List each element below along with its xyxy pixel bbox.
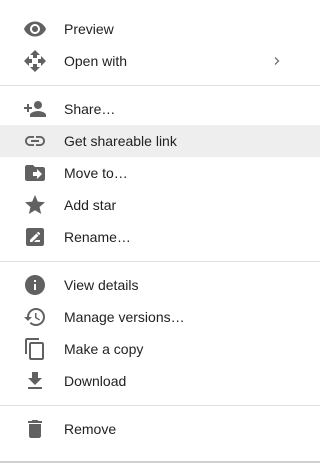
link-icon (23, 129, 47, 153)
person-add-icon (23, 97, 47, 121)
open-with-icon (23, 49, 47, 73)
menu-item-label: Rename… (64, 229, 131, 245)
menu-item-add-star[interactable]: Add star (0, 189, 320, 221)
chevron-right-icon (272, 53, 282, 69)
download-icon (23, 369, 47, 393)
menu-item-label: Preview (64, 21, 114, 37)
history-icon (23, 305, 47, 329)
menu-divider (0, 405, 320, 406)
menu-item-label: Manage versions… (64, 309, 185, 325)
menu-item-label: Share… (64, 101, 116, 117)
menu-item-make-a-copy[interactable]: Make a copy (0, 333, 320, 365)
info-icon (23, 273, 47, 297)
menu-divider (0, 261, 320, 262)
star-icon (23, 193, 47, 217)
menu-item-label: Make a copy (64, 341, 144, 357)
rename-icon (23, 225, 47, 249)
menu-item-remove[interactable]: Remove (0, 413, 320, 445)
menu-item-label: Download (64, 373, 127, 389)
context-menu: Preview Open with Share… Get shareable l… (0, 0, 320, 463)
menu-item-label: Get shareable link (64, 133, 177, 149)
menu-item-download[interactable]: Download (0, 365, 320, 397)
menu-item-rename[interactable]: Rename… (0, 221, 320, 253)
menu-divider (0, 85, 320, 86)
trash-icon (23, 417, 47, 441)
menu-item-share[interactable]: Share… (0, 93, 320, 125)
menu-item-label: View details (64, 277, 139, 293)
menu-item-move-to[interactable]: Move to… (0, 157, 320, 189)
menu-item-open-with[interactable]: Open with (0, 45, 320, 77)
menu-item-view-details[interactable]: View details (0, 269, 320, 301)
menu-item-label: Remove (64, 421, 117, 437)
menu-item-get-shareable-link[interactable]: Get shareable link (0, 125, 320, 157)
menu-item-manage-versions[interactable]: Manage versions… (0, 301, 320, 333)
copy-icon (23, 337, 47, 361)
menu-item-label: Add star (64, 197, 117, 213)
move-to-folder-icon (23, 161, 47, 185)
menu-item-label: Open with (64, 53, 128, 69)
eye-icon (23, 17, 47, 41)
menu-item-preview[interactable]: Preview (0, 13, 320, 45)
menu-item-label: Move to… (64, 165, 128, 181)
